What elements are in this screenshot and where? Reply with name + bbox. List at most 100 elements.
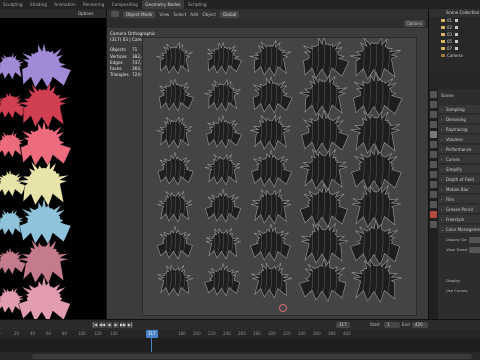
tab-shading[interactable]: Shading: [27, 0, 50, 9]
tab-scripting[interactable]: Scripting: [185, 0, 210, 9]
world-tab-icon[interactable]: [430, 141, 437, 148]
hair-model[interactable]: [351, 258, 403, 303]
section-denoising[interactable]: Denoising: [439, 115, 480, 124]
hair-model[interactable]: [353, 71, 403, 118]
menu-view[interactable]: View: [159, 12, 169, 17]
timeline-track[interactable]: [0, 338, 480, 352]
hair-model[interactable]: [299, 183, 348, 228]
section-color-management[interactable]: Color Management: [439, 225, 480, 234]
hair-model[interactable]: [303, 36, 350, 80]
timeline-scrollbar[interactable]: [32, 354, 472, 359]
end-frame-field[interactable]: 420: [412, 322, 428, 328]
options-dropdown[interactable]: Options: [78, 11, 93, 16]
tool-tab-icon[interactable]: [430, 91, 437, 98]
hair-model[interactable]: [249, 39, 292, 77]
hair-model[interactable]: [159, 78, 194, 112]
3d-viewport[interactable]: Object Mode View Select Add Object Globa…: [106, 9, 429, 319]
tab-geometry-nodes[interactable]: Geometry Nodes: [142, 0, 184, 9]
menu-add[interactable]: Add: [190, 12, 198, 17]
frame-ruler[interactable]: 0 20 40 60 80 100 120 140 180 200 220 240 260 280 300 3…: [0, 330, 480, 338]
checkbox-icon[interactable]: [455, 47, 459, 50]
tab-sculpting[interactable]: Sculpting: [0, 0, 26, 9]
section-grease-pencil[interactable]: Grease Pencil: [439, 205, 480, 214]
section-freestyle[interactable]: Freestyle: [439, 215, 480, 224]
menu-object[interactable]: Object: [202, 12, 216, 17]
section-sampling[interactable]: Sampling: [439, 105, 480, 114]
outliner-item[interactable]: 03: [429, 31, 480, 38]
hair-model[interactable]: [204, 263, 241, 297]
material-tab-icon[interactable]: [430, 211, 437, 218]
use-curves-subsection[interactable]: Use Curves: [443, 287, 480, 295]
hair-model[interactable]: [250, 223, 291, 262]
section-simplify[interactable]: Simplify: [439, 165, 480, 174]
display-subsection[interactable]: Display: [443, 277, 480, 285]
hair-model[interactable]: [157, 190, 193, 223]
tab-animation[interactable]: Animation: [51, 0, 78, 9]
hair-model[interactable]: [156, 116, 193, 149]
hair-model[interactable]: [206, 115, 242, 149]
section-film[interactable]: Film: [439, 195, 480, 204]
hair-model[interactable]: [350, 110, 401, 155]
hair-model[interactable]: [205, 227, 242, 260]
hair-model[interactable]: [301, 222, 349, 265]
scene-tab-icon[interactable]: [430, 131, 437, 138]
mode-dropdown[interactable]: Object Mode: [123, 10, 156, 18]
playhead[interactable]: 317: [146, 330, 158, 338]
object-tab-icon[interactable]: [430, 151, 437, 158]
section-motion-blur[interactable]: Motion Blur: [439, 185, 480, 194]
hair-model[interactable]: [250, 114, 291, 151]
prev-keyframe-button[interactable]: ◀◀: [99, 322, 105, 328]
physics-tab-icon[interactable]: [430, 181, 437, 188]
hair-model[interactable]: [350, 219, 401, 266]
hair-model[interactable]: [204, 153, 241, 186]
orientation-dropdown[interactable]: Global: [220, 10, 240, 18]
hair-model[interactable]: [251, 262, 292, 299]
hair-model[interactable]: [251, 189, 292, 225]
hair-model[interactable]: [251, 149, 292, 188]
checkbox-icon[interactable]: [455, 26, 459, 29]
checkbox-icon[interactable]: [455, 40, 459, 43]
hair-model[interactable]: [157, 152, 194, 186]
object-origin-icon[interactable]: [279, 304, 287, 312]
view-transform-field[interactable]: [469, 247, 480, 253]
play-button[interactable]: ▶: [113, 322, 119, 328]
hair-model[interactable]: [252, 76, 293, 114]
menu-select[interactable]: Select: [173, 12, 186, 17]
tab-compositing[interactable]: Compositing: [109, 0, 141, 9]
checkbox-icon[interactable]: [455, 33, 459, 36]
viewport-options-dropdown[interactable]: Options: [403, 20, 425, 27]
hair-model[interactable]: [349, 36, 401, 81]
data-tab-icon[interactable]: [430, 201, 437, 208]
hair-model[interactable]: [207, 42, 242, 75]
hair-model[interactable]: [351, 145, 402, 192]
start-frame-field[interactable]: 1: [384, 322, 400, 328]
view-layer-tab-icon[interactable]: [430, 121, 437, 128]
outliner-item[interactable]: 01: [429, 17, 480, 24]
editor-type-icon[interactable]: [111, 11, 119, 17]
tab-rendering[interactable]: Rendering: [80, 0, 107, 9]
jump-end-button[interactable]: ▶|: [127, 322, 133, 328]
current-frame-field[interactable]: 317: [336, 322, 350, 328]
hair-model[interactable]: [204, 79, 241, 112]
next-keyframe-button[interactable]: ▶▶: [120, 322, 126, 328]
hair-model[interactable]: [301, 109, 349, 154]
outliner-item[interactable]: 02: [429, 24, 480, 31]
hair-model[interactable]: [299, 74, 348, 117]
outliner-item-camera[interactable]: Camera: [429, 52, 480, 59]
play-reverse-button[interactable]: ◀: [106, 322, 112, 328]
section-depth-of-field[interactable]: Depth of Field: [439, 175, 480, 184]
hair-model[interactable]: [204, 189, 242, 223]
outliner-item[interactable]: 07: [429, 45, 480, 52]
output-tab-icon[interactable]: [430, 111, 437, 118]
section-volumes[interactable]: Volumes: [439, 135, 480, 144]
modifier-tab-icon[interactable]: [430, 161, 437, 168]
hair-model[interactable]: [298, 257, 347, 302]
particles-tab-icon[interactable]: [430, 171, 437, 178]
constraints-tab-icon[interactable]: [430, 191, 437, 198]
section-performance[interactable]: Performance: [439, 145, 480, 154]
jump-start-button[interactable]: |◀: [92, 322, 98, 328]
section-raytracing[interactable]: Raytracing: [439, 125, 480, 134]
section-curves[interactable]: Curves: [439, 155, 480, 164]
hair-model[interactable]: [156, 41, 193, 75]
hair-model[interactable]: [299, 148, 347, 191]
